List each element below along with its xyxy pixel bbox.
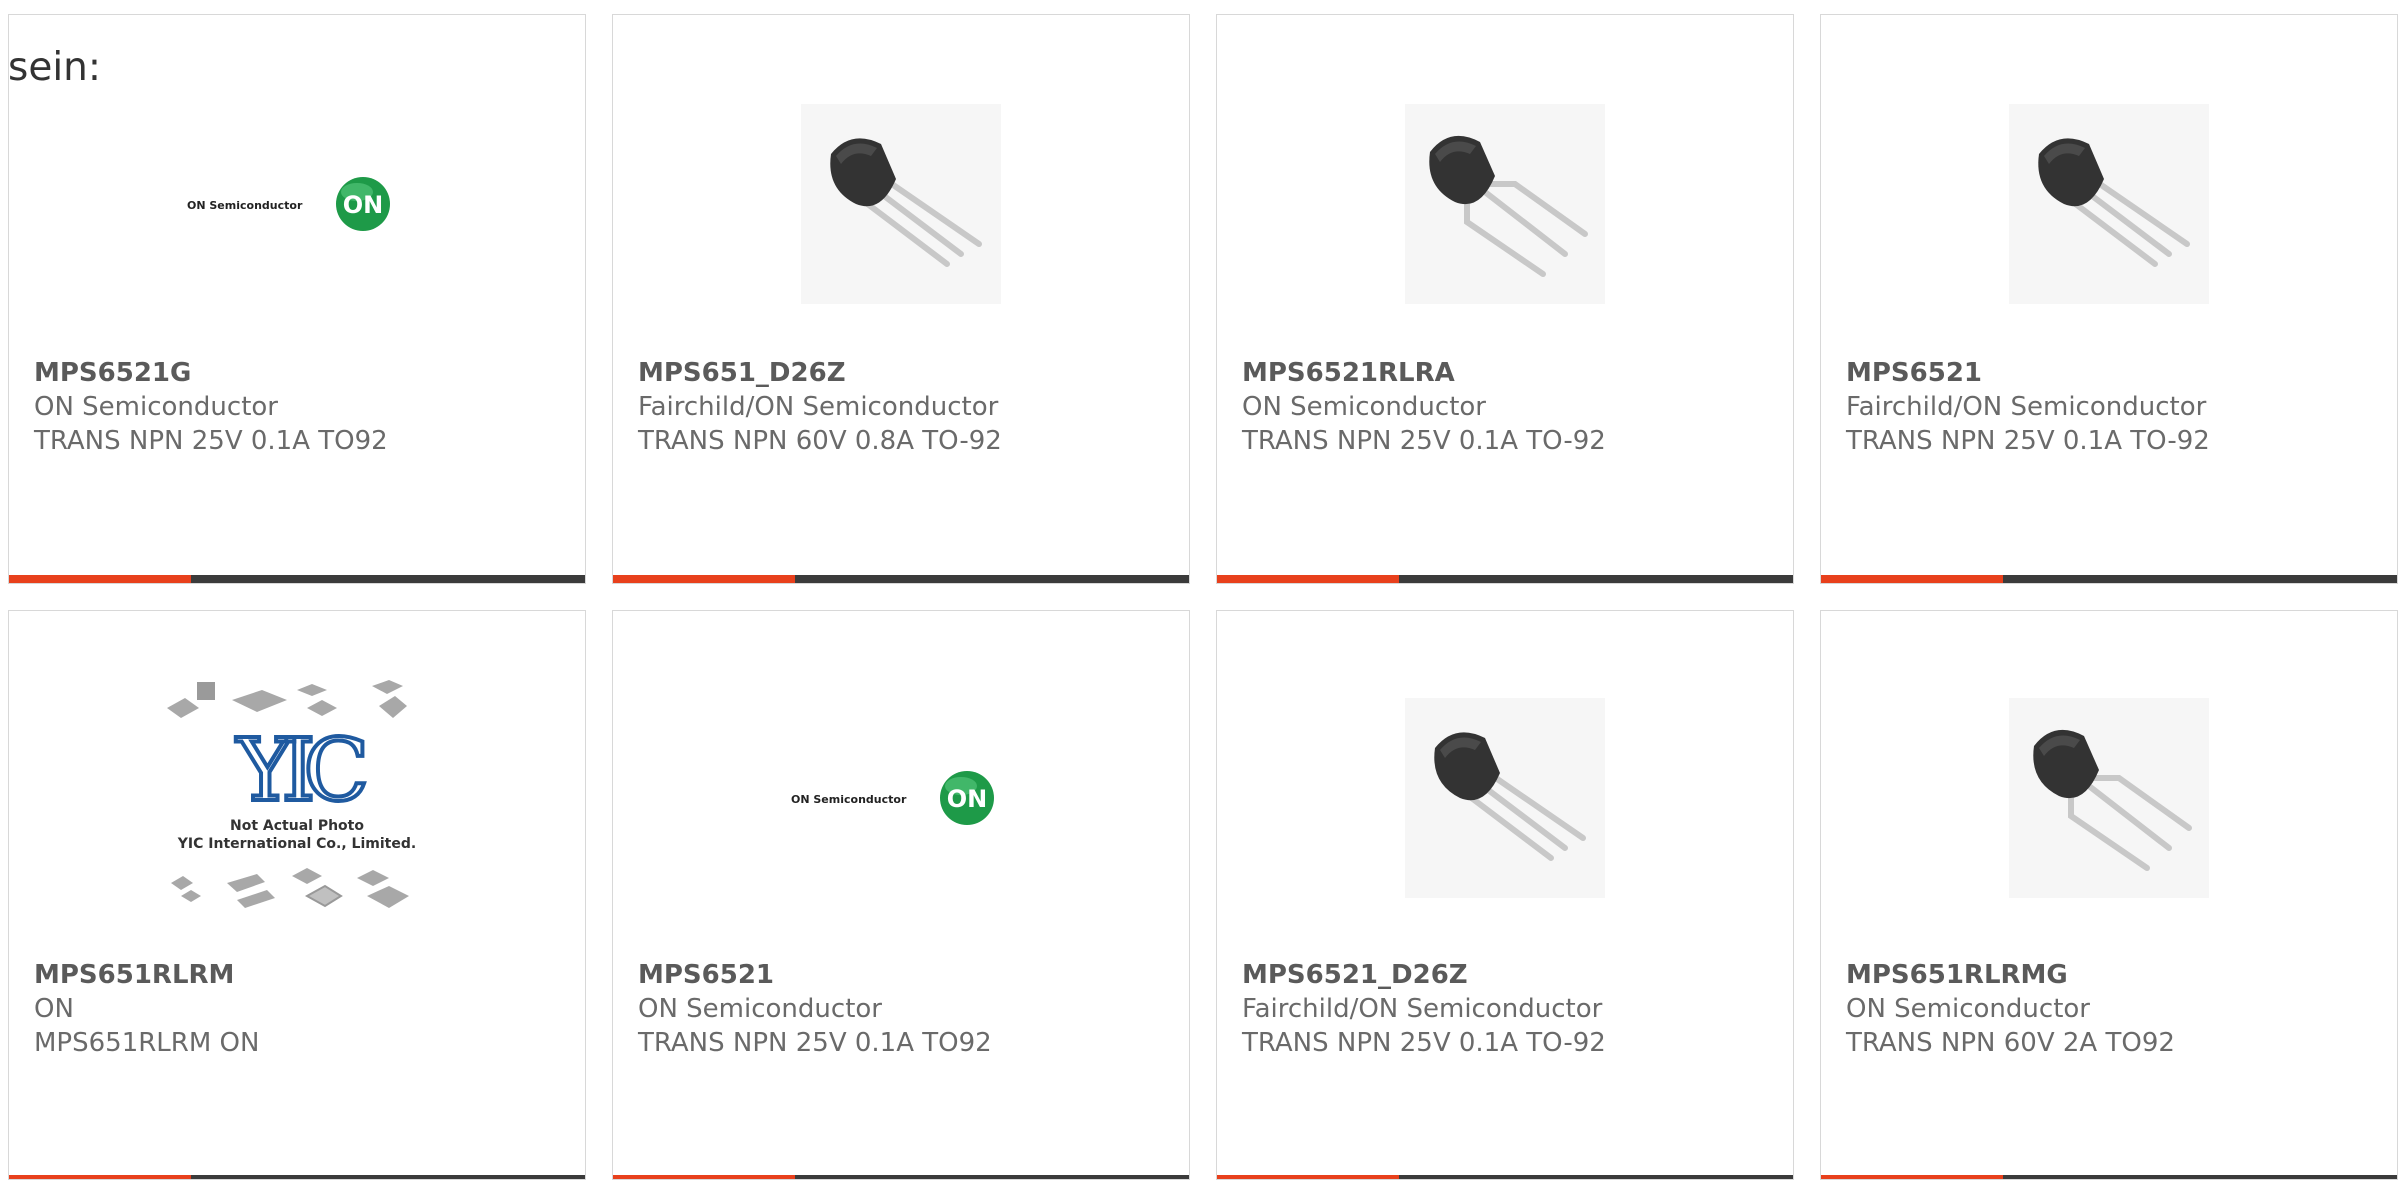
card-bottom-bar xyxy=(613,575,1189,583)
product-card[interactable]: MPS651RLRMG ON Semiconductor TRANS NPN 6… xyxy=(1820,610,2398,1180)
card-bottom-bar xyxy=(9,1175,585,1179)
yic-placeholder-image: YIC Not Actual Photo YIC International C… xyxy=(167,680,416,908)
description: TRANS NPN 60V 0.8A TO-92 xyxy=(638,426,1002,456)
manufacturer: ON Semiconductor xyxy=(34,392,278,422)
product-image[interactable] xyxy=(1217,663,1793,933)
manufacturer: ON Semiconductor xyxy=(1846,994,2090,1024)
transistor-icon xyxy=(1405,698,1605,898)
intro-text: sein: xyxy=(8,45,102,90)
card-accent-bar xyxy=(1217,1175,1399,1179)
card-bottom-bar xyxy=(1821,1175,2397,1179)
part-number[interactable]: MPS6521_D26Z xyxy=(1242,958,1777,992)
part-number[interactable]: MPS6521 xyxy=(1846,356,2381,390)
svg-text:YIC: YIC xyxy=(236,721,365,821)
manufacturer: ON xyxy=(34,994,74,1024)
transistor-icon xyxy=(2009,104,2209,304)
card-accent-bar xyxy=(613,575,795,583)
product-info: MPS6521 ON Semiconductor TRANS NPN 25V 0… xyxy=(638,958,1173,1060)
card-accent-bar xyxy=(613,1175,795,1179)
part-number[interactable]: MPS651RLRM xyxy=(34,958,569,992)
manufacturer: ON Semiconductor xyxy=(638,994,882,1024)
card-accent-bar xyxy=(1217,575,1399,583)
svg-text:YIC International Co., Limited: YIC International Co., Limited. xyxy=(177,836,416,852)
part-number[interactable]: MPS6521G xyxy=(34,356,569,390)
card-bottom-bar xyxy=(1821,575,2397,583)
card-bottom-bar xyxy=(1217,575,1793,583)
card-accent-bar xyxy=(1821,1175,2003,1179)
product-info: MPS651_D26Z Fairchild/ON Semiconductor T… xyxy=(638,356,1173,458)
product-card[interactable]: MPS651_D26Z Fairchild/ON Semiconductor T… xyxy=(612,14,1190,584)
product-image[interactable] xyxy=(1821,69,2397,339)
part-number[interactable]: MPS651RLRMG xyxy=(1846,958,2381,992)
product-info: MPS6521G ON Semiconductor TRANS NPN 25V … xyxy=(34,356,569,458)
product-info: MPS651RLRM ON MPS651RLRM ON xyxy=(34,958,569,1060)
transistor-icon xyxy=(2009,698,2209,898)
on-semiconductor-logo: ON Semiconductor ON xyxy=(187,177,390,231)
description: TRANS NPN 25V 0.1A TO-92 xyxy=(1242,1028,1606,1058)
product-info: MPS6521 Fairchild/ON Semiconductor TRANS… xyxy=(1846,356,2381,458)
description: TRANS NPN 25V 0.1A TO92 xyxy=(638,1028,992,1058)
product-image[interactable]: YIC Not Actual Photo YIC International C… xyxy=(9,663,585,933)
description: TRANS NPN 25V 0.1A TO92 xyxy=(34,426,388,456)
product-image[interactable]: ON Semiconductor ON xyxy=(9,69,585,339)
product-card[interactable]: MPS6521 Fairchild/ON Semiconductor TRANS… xyxy=(1820,14,2398,584)
product-grid: ON Semiconductor ON MPS6521G ON Semicond… xyxy=(8,14,2400,1180)
manufacturer: ON Semiconductor xyxy=(1242,392,1486,422)
card-bottom-bar xyxy=(613,1175,1189,1179)
svg-text:Not Actual Photo: Not Actual Photo xyxy=(230,818,364,834)
card-accent-bar xyxy=(9,1175,191,1179)
description: TRANS NPN 60V 2A TO92 xyxy=(1846,1028,2175,1058)
product-image[interactable]: ON Semiconductor ON xyxy=(613,663,1189,933)
product-info: MPS6521RLRA ON Semiconductor TRANS NPN 2… xyxy=(1242,356,1777,458)
card-bottom-bar xyxy=(1217,1175,1793,1179)
card-bottom-bar xyxy=(9,575,585,583)
product-info: MPS651RLRMG ON Semiconductor TRANS NPN 6… xyxy=(1846,958,2381,1060)
part-number[interactable]: MPS6521RLRA xyxy=(1242,356,1777,390)
svg-text:ON: ON xyxy=(343,191,384,219)
part-number[interactable]: MPS651_D26Z xyxy=(638,356,1173,390)
product-card[interactable]: MPS6521_D26Z Fairchild/ON Semiconductor … xyxy=(1216,610,1794,1180)
manufacturer: Fairchild/ON Semiconductor xyxy=(1242,994,1603,1024)
description: MPS651RLRM ON xyxy=(34,1028,260,1058)
card-accent-bar xyxy=(1821,575,2003,583)
part-number[interactable]: MPS6521 xyxy=(638,958,1173,992)
product-card[interactable]: YIC Not Actual Photo YIC International C… xyxy=(8,610,586,1180)
svg-text:ON Semiconductor: ON Semiconductor xyxy=(187,199,303,212)
svg-text:ON: ON xyxy=(947,785,988,813)
description: TRANS NPN 25V 0.1A TO-92 xyxy=(1242,426,1606,456)
product-card[interactable]: MPS6521RLRA ON Semiconductor TRANS NPN 2… xyxy=(1216,14,1794,584)
card-accent-bar xyxy=(9,575,191,583)
description: TRANS NPN 25V 0.1A TO-92 xyxy=(1846,426,2210,456)
manufacturer: Fairchild/ON Semiconductor xyxy=(1846,392,2207,422)
product-image[interactable] xyxy=(1217,69,1793,339)
product-card[interactable]: ON Semiconductor ON MPS6521 ON Semicondu… xyxy=(612,610,1190,1180)
on-semiconductor-logo: ON Semiconductor ON xyxy=(791,771,994,825)
product-card[interactable]: ON Semiconductor ON MPS6521G ON Semicond… xyxy=(8,14,586,584)
svg-text:ON Semiconductor: ON Semiconductor xyxy=(791,793,907,806)
product-image[interactable] xyxy=(613,69,1189,339)
product-info: MPS6521_D26Z Fairchild/ON Semiconductor … xyxy=(1242,958,1777,1060)
transistor-icon xyxy=(801,104,1001,304)
transistor-icon xyxy=(1405,104,1605,304)
product-image[interactable] xyxy=(1821,663,2397,933)
manufacturer: Fairchild/ON Semiconductor xyxy=(638,392,999,422)
